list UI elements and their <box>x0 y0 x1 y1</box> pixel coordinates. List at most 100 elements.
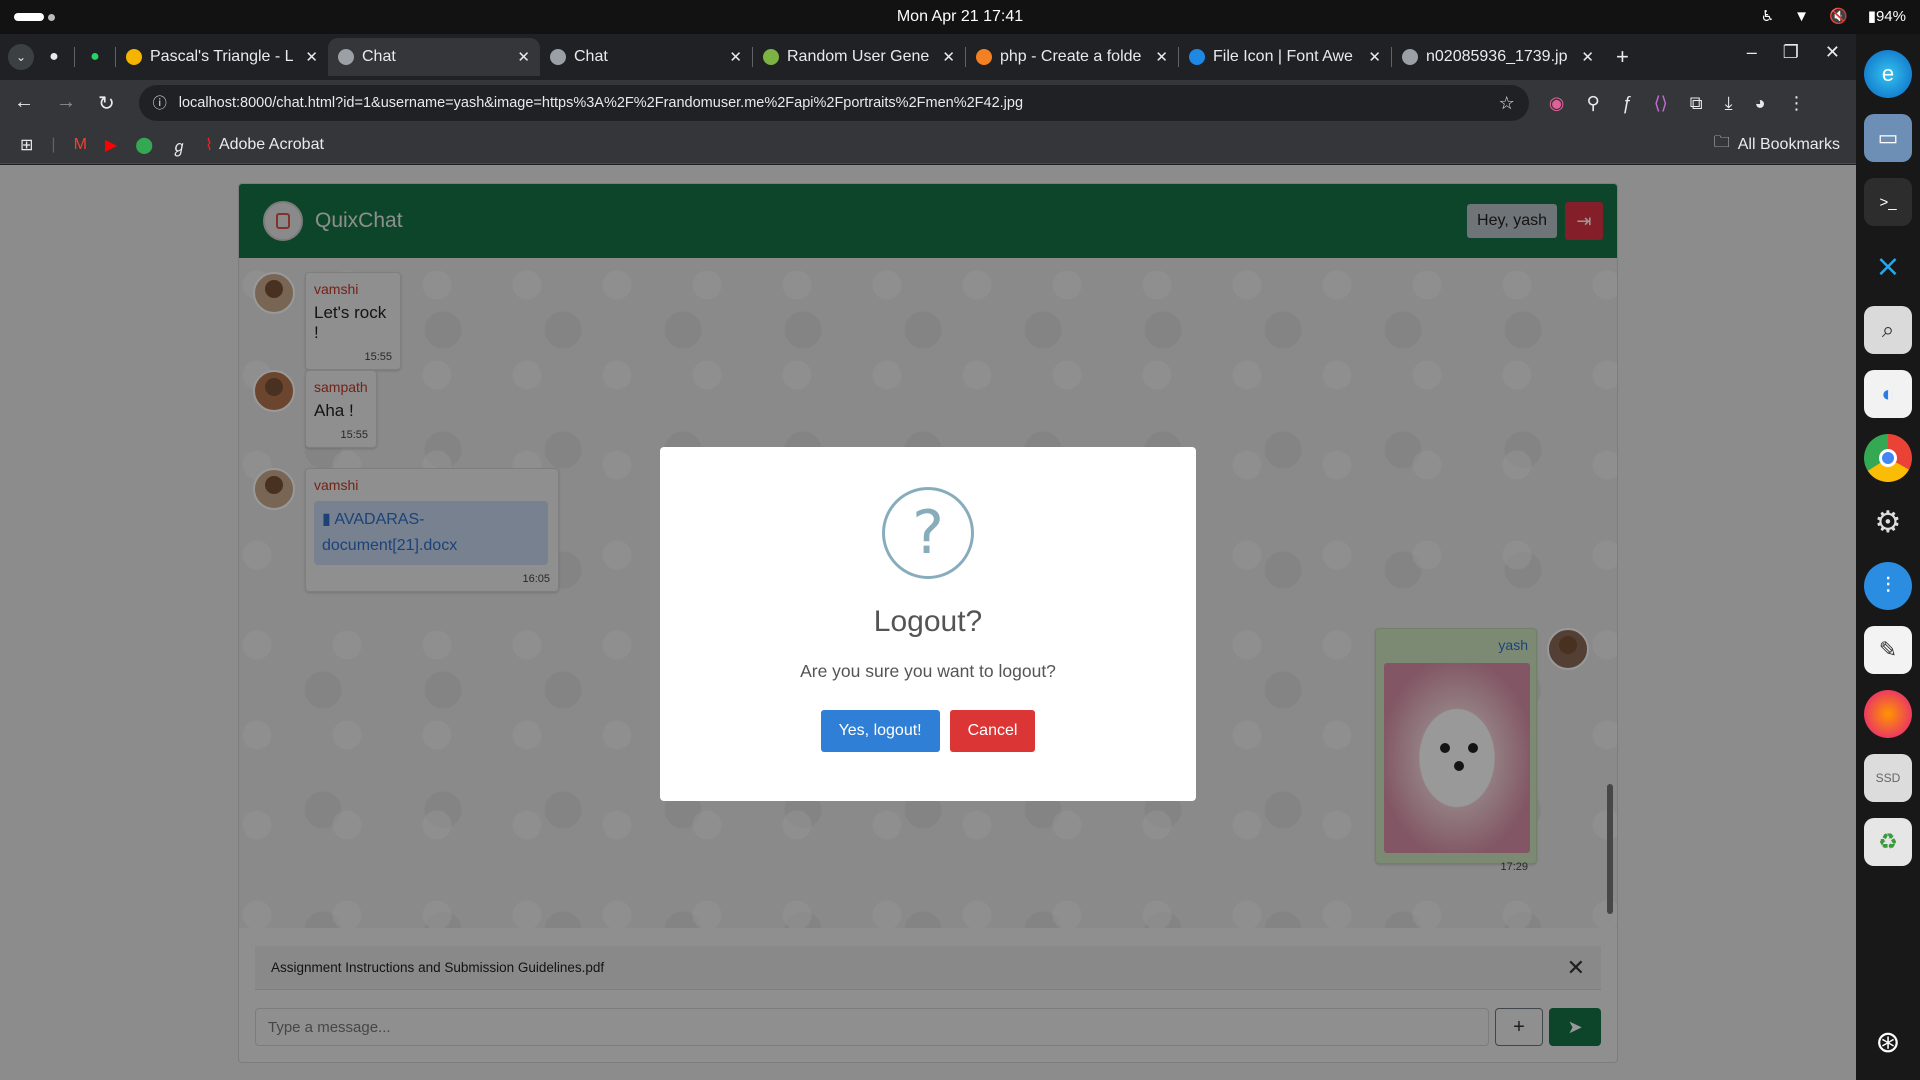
minimize-icon[interactable]: – <box>1747 42 1757 63</box>
navigation-buttons: ← → ↻ <box>14 91 115 116</box>
extensions-area: ◉ ⚲ ƒ ⟨⟩ ⧉ ⤓ ◕ ⋮ <box>1549 93 1806 114</box>
modal-backdrop[interactable]: ? Logout? Are you sure you want to logou… <box>0 165 1856 1080</box>
code-icon <box>126 49 142 65</box>
battery-indicator[interactable]: ▮94% <box>1868 7 1906 25</box>
reload-icon[interactable]: ↻ <box>98 91 115 116</box>
download-icon[interactable]: ⤓ <box>1725 93 1733 114</box>
browser-tab[interactable]: File Icon | Font Awe ✕ <box>1179 38 1391 76</box>
cancel-button[interactable]: Cancel <box>949 710 1036 752</box>
application-dock: e ▭ >_ ⨯ ⌕ ◐ ⚙ ⫶ ✎ SSD ♻ ⊛ <box>1856 34 1920 1080</box>
typing-site-icon[interactable]: ℊ <box>171 133 187 157</box>
all-bookmarks-label: All Bookmarks <box>1737 135 1840 153</box>
question-icon: ? <box>882 487 974 579</box>
dialog-actions: Yes, logout! Cancel <box>660 710 1196 752</box>
browser-tab-strip: ⌄ ● ● Pascal's Triangle - L ✕ Chat ✕ Chat ✕ Ra… <box>0 34 1856 80</box>
bookmark-adobe-acrobat[interactable]: ⌇ Adobe Acrobat <box>205 135 324 155</box>
whatsapp-icon: ● <box>90 48 100 65</box>
logout-confirm-dialog: ? Logout? Are you sure you want to logou… <box>660 447 1196 801</box>
pinned-tab-github[interactable]: ● <box>34 41 74 73</box>
terminal-app-icon[interactable]: >_ <box>1864 178 1912 226</box>
extensions-puzzle-icon[interactable]: ⧉ <box>1690 93 1703 114</box>
pinned-tab-whatsapp[interactable]: ● <box>75 41 115 73</box>
url-text[interactable]: localhost:8000/chat.html?id=1&username=y… <box>179 95 1487 111</box>
browser-menu-icon[interactable]: ⋮ <box>1787 93 1805 114</box>
close-tab-icon[interactable]: ✕ <box>729 48 742 66</box>
dialog-title: Logout? <box>873 605 983 638</box>
system-top-bar: Mon Apr 21 17:41 ♿ ▼ 🔇 ▮94% <box>0 0 1920 34</box>
close-tab-icon[interactable]: ✕ <box>517 48 530 66</box>
color-picker-extension-icon[interactable]: ◉ <box>1549 93 1565 114</box>
folder-icon: 🗀 <box>1713 134 1730 151</box>
apps-grid-icon[interactable]: ⊞ <box>20 135 33 155</box>
system-settings-app-icon[interactable]: ⚙ <box>1864 498 1912 546</box>
globe-icon <box>550 49 566 65</box>
bookmark-star-icon[interactable]: ☆ <box>1499 93 1515 114</box>
tab-title: Random User Gene <box>787 48 930 65</box>
tab-title: File Icon | Font Awe <box>1213 48 1353 65</box>
ssd-drive-icon[interactable]: SSD <box>1864 754 1912 802</box>
tab-title: Pascal's Triangle - L <box>150 48 294 65</box>
close-tab-icon[interactable]: ✕ <box>1368 48 1381 66</box>
youtube-icon[interactable]: ▶ <box>105 135 117 155</box>
code-extension-icon[interactable]: ⟨⟩ <box>1654 93 1668 114</box>
tab-title: Chat <box>574 48 608 65</box>
globe-icon <box>338 49 354 65</box>
bookmark-separator: | <box>51 135 56 153</box>
globe-icon <box>1402 49 1418 65</box>
maps-icon[interactable]: ⬤ <box>135 135 153 155</box>
window-controls: – ❐ ✕ <box>1747 42 1840 63</box>
new-tab-button[interactable]: + <box>1616 44 1629 70</box>
stackoverflow-icon <box>976 49 992 65</box>
user-icon <box>763 49 779 65</box>
trash-icon[interactable]: ♻ <box>1864 818 1912 866</box>
browser-tab[interactable]: Chat ✕ <box>540 38 752 76</box>
text-editor-app-icon[interactable]: ✎ <box>1864 626 1912 674</box>
tab-title: php - Create a folde <box>1000 48 1142 65</box>
magnifier-app-icon[interactable]: ⌕ <box>1864 306 1912 354</box>
all-bookmarks-button[interactable]: 🗀 All Bookmarks <box>1714 131 1840 158</box>
browser-tab[interactable]: php - Create a folde ✕ <box>966 38 1178 76</box>
site-info-icon[interactable]: ⓘ <box>153 93 167 113</box>
close-tab-icon[interactable]: ✕ <box>1155 48 1168 66</box>
browser-tab[interactable]: Pascal's Triangle - L ✕ <box>116 38 328 76</box>
firefox-app-icon[interactable] <box>1864 690 1912 738</box>
volume-muted-icon[interactable]: 🔇 <box>1829 7 1848 25</box>
show-apps-icon[interactable]: ⊛ <box>1864 1018 1912 1066</box>
tab-list: Pascal's Triangle - L ✕ Chat ✕ Chat ✕ Random U… <box>116 38 1604 76</box>
wifi-icon[interactable]: ▼ <box>1794 8 1809 25</box>
system-clock[interactable]: Mon Apr 21 17:41 <box>0 8 1920 26</box>
close-tab-icon[interactable]: ✕ <box>942 48 955 66</box>
browser-tab[interactable]: Random User Gene ✕ <box>753 38 965 76</box>
gmail-icon[interactable]: M <box>74 136 87 154</box>
back-icon[interactable]: ← <box>14 91 34 116</box>
chrome-app-icon[interactable] <box>1864 434 1912 482</box>
forward-icon[interactable]: → <box>56 91 76 116</box>
browser-tab[interactable]: Chat ✕ <box>328 38 540 76</box>
browser-tab[interactable]: n02085936_1739.jp ✕ <box>1392 38 1604 76</box>
profile-avatar-icon[interactable]: ◕ <box>1755 93 1766 114</box>
close-tab-icon[interactable]: ✕ <box>305 48 318 66</box>
eyedropper-extension-icon[interactable]: ⚲ <box>1586 93 1599 114</box>
close-tab-icon[interactable]: ✕ <box>1581 48 1594 66</box>
files-app-icon[interactable]: ▭ <box>1864 114 1912 162</box>
address-bar[interactable]: ⓘ localhost:8000/chat.html?id=1&username… <box>138 85 1529 121</box>
restore-icon[interactable]: ❐ <box>1783 42 1799 63</box>
settings-toggle-app-icon[interactable]: ◐ <box>1864 370 1912 418</box>
vscode-app-icon[interactable]: ⨯ <box>1864 242 1912 290</box>
accessibility-icon[interactable]: ♿ <box>1761 7 1774 25</box>
flag-icon <box>1189 49 1205 65</box>
confirm-logout-button[interactable]: Yes, logout! <box>820 710 940 752</box>
system-tray[interactable]: ♿ ▼ 🔇 ▮94% <box>1761 7 1906 26</box>
tab-search-icon[interactable]: ⌄ <box>8 44 34 70</box>
acrobat-icon: ⌇ <box>205 136 213 154</box>
close-window-icon[interactable]: ✕ <box>1825 42 1840 63</box>
formula-extension-icon[interactable]: ƒ <box>1622 93 1632 114</box>
tab-title: Chat <box>362 48 396 65</box>
battery-percent: 94% <box>1875 8 1906 25</box>
page-viewport: QuixChat Hey, yash ⇥ vamshi Let's rock !… <box>0 165 1856 1080</box>
bookmarks-bar: ⊞ | M ▶ ⬤ ℊ ⌇ Adobe Acrobat 🗀 All Bookma… <box>0 126 1856 164</box>
edge-app-icon[interactable]: e <box>1864 50 1912 98</box>
bookmark-label: Adobe Acrobat <box>218 135 324 153</box>
mixer-app-icon[interactable]: ⫶ <box>1864 562 1912 610</box>
browser-toolbar: ← → ↻ ⓘ localhost:8000/chat.html?id=1&us… <box>0 80 1856 126</box>
